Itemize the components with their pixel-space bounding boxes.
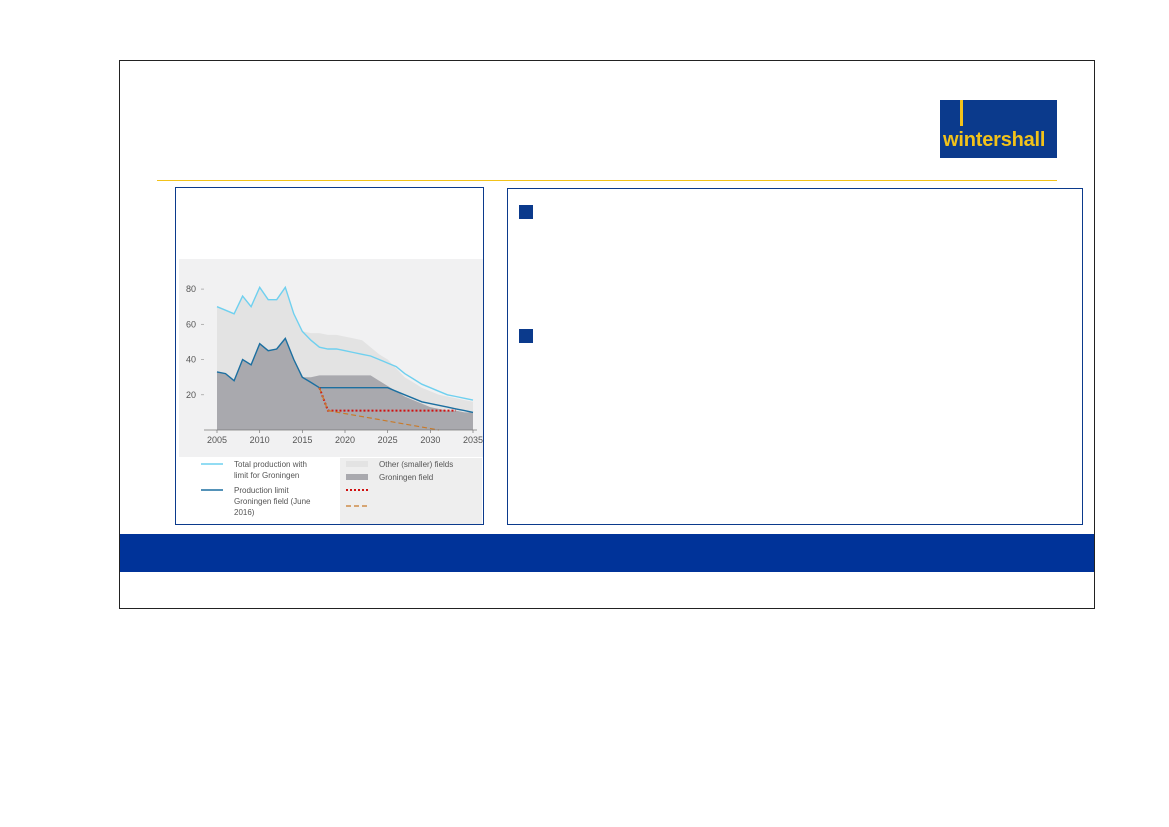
x-tick-label: 2025 [378, 435, 398, 445]
legend-label: Other (smaller) fields [379, 460, 453, 469]
y-tick-label: 80 [186, 284, 196, 294]
x-tick-label: 2020 [335, 435, 355, 445]
wintershall-logo: wintershall [940, 100, 1057, 158]
legend-label: Total production with limit for Groningen [234, 460, 307, 480]
y-tick-label: 40 [186, 355, 196, 365]
x-tick-label: 2010 [250, 435, 270, 445]
header-divider [157, 180, 1057, 181]
x-tick-label: 2030 [420, 435, 440, 445]
x-tick-label: 2005 [207, 435, 227, 445]
legend-label: Production limit Groningen field (June 201… [234, 486, 311, 517]
logo-accent-bar [960, 100, 963, 126]
footer-band [120, 534, 1094, 572]
y-tick-label: 20 [186, 390, 196, 400]
logo-text: wintershall [943, 129, 1046, 151]
legend-box-swatch [346, 461, 368, 467]
legend-label: Groningen field [379, 473, 433, 482]
x-tick-label: 2015 [292, 435, 312, 445]
bullet-marker-2 [519, 329, 533, 343]
slide: wintershall 20 40 60 80 2005 2010 2015 2020 2025… [119, 60, 1095, 609]
bullet-marker-1 [519, 205, 533, 219]
text-panel [507, 188, 1083, 525]
y-tick-label: 60 [186, 319, 196, 329]
legend-box-swatch [346, 474, 368, 480]
chart-panel: 20 40 60 80 2005 2010 2015 2020 2025 2030 2035 Tota… [175, 187, 484, 525]
x-tick-label: 2035 [463, 435, 483, 445]
production-chart: 20 40 60 80 2005 2010 2015 2020 2025 2030 2035 Tota… [179, 259, 483, 524]
